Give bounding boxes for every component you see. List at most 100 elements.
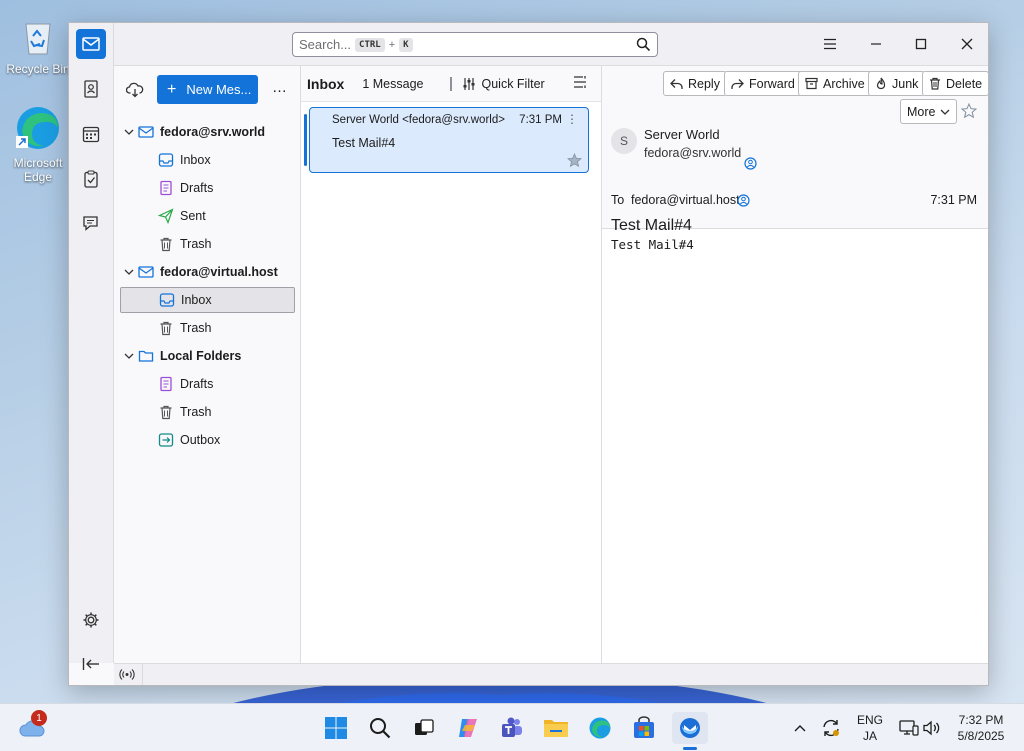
folder-srv-sent[interactable]: Sent — [120, 203, 295, 229]
folder-virtual-inbox[interactable]: Inbox — [120, 287, 295, 313]
folder-label: Inbox — [180, 153, 211, 167]
display-options-button[interactable] — [573, 75, 587, 92]
star-icon[interactable] — [961, 103, 977, 119]
taskbar-search-button[interactable] — [364, 712, 396, 744]
search-placeholder: Search... — [299, 37, 352, 52]
chevron-down-icon — [124, 125, 138, 139]
file-explorer-button[interactable] — [540, 712, 572, 744]
calendar-icon — [82, 126, 100, 143]
mail-space-button[interactable] — [76, 29, 106, 59]
drafts-icon — [158, 376, 174, 392]
get-messages-button[interactable] — [125, 82, 144, 101]
account-srv-world[interactable]: fedora@srv.world — [120, 119, 295, 145]
edge-label: Microsoft Edge — [13, 156, 63, 184]
message-time: 7:31 PM — [519, 114, 562, 126]
folder-srv-drafts[interactable]: Drafts — [120, 175, 295, 201]
reply-button[interactable]: Reply — [663, 71, 727, 96]
junk-label: Junk — [892, 76, 919, 91]
teams-button[interactable] — [496, 712, 528, 744]
store-button[interactable] — [628, 712, 660, 744]
star-icon[interactable] — [567, 153, 582, 168]
minimize-icon — [871, 43, 881, 45]
spaces-toolbar — [69, 23, 114, 670]
trash-icon — [158, 320, 174, 336]
thread-pane: Inbox 1 Message Quick Filter Server Worl… — [301, 66, 602, 663]
task-view-button[interactable] — [408, 712, 440, 744]
show-hidden-icons-button[interactable] — [784, 712, 816, 744]
sender-email[interactable]: fedora@srv.world — [644, 146, 741, 160]
archive-button[interactable]: Archive — [798, 71, 872, 96]
notification-badge: 1 — [31, 710, 47, 726]
folder-virtual-trash[interactable]: Trash — [120, 315, 295, 341]
more-button[interactable]: More — [900, 99, 958, 124]
message-card[interactable]: Server World <fedora@srv.world> 7:31 PM … — [304, 107, 589, 173]
folder-label: Outbox — [180, 433, 221, 447]
clock-time: 7:32 PM — [958, 713, 1004, 727]
online-status-icon[interactable] — [119, 668, 135, 681]
trash-icon — [930, 77, 940, 90]
maximize-button[interactable] — [910, 33, 932, 55]
reply-label: Reply — [688, 76, 720, 91]
clock[interactable]: 7:32 PM 5/8/2025 — [948, 712, 1014, 744]
folder-local-drafts[interactable]: Drafts — [120, 371, 295, 397]
collapse-spaces-button[interactable] — [76, 649, 106, 679]
junk-button[interactable]: Junk — [868, 71, 926, 96]
copilot-button[interactable] — [452, 712, 484, 744]
folder-label: Drafts — [180, 181, 214, 195]
forward-button[interactable]: Forward — [724, 71, 802, 96]
message-header: Reply Forward Archive Junk Delete More S… — [602, 66, 990, 234]
status-bar — [114, 663, 988, 685]
taskbar: 1 ENG JA 7:32 PM 5/8/2025 — [0, 703, 1024, 751]
account-name: fedora@virtual.host — [160, 265, 278, 279]
account-mail-icon — [138, 124, 154, 140]
sender-avatar: S — [611, 128, 637, 154]
outbox-icon — [158, 432, 174, 448]
reply-icon — [670, 78, 683, 89]
chat-icon — [83, 216, 98, 231]
weather-widget[interactable]: 1 — [16, 710, 48, 744]
folder-local-outbox[interactable]: Outbox — [120, 427, 295, 453]
edge-taskbar-button[interactable] — [584, 712, 616, 744]
folder-srv-inbox[interactable]: Inbox — [120, 147, 295, 173]
contact-icon[interactable] — [744, 157, 757, 170]
folder-label: Drafts — [180, 377, 214, 391]
chat-button[interactable] — [76, 208, 106, 238]
new-message-button[interactable]: + New Mes... — [157, 75, 258, 104]
minimize-button[interactable] — [865, 33, 887, 55]
forward-label: Forward — [749, 76, 795, 91]
folder-srv-trash[interactable]: Trash — [120, 231, 295, 257]
input-language-indicator[interactable]: ENG JA — [852, 712, 888, 744]
global-search-input[interactable]: Search... CTRL + K — [292, 32, 658, 57]
tasks-button[interactable] — [76, 164, 106, 194]
language-primary: ENG — [856, 713, 883, 727]
folder-local-trash[interactable]: Trash — [120, 399, 295, 425]
delete-label: Delete — [946, 76, 983, 91]
settings-button[interactable] — [76, 605, 106, 635]
volume-button[interactable] — [916, 712, 948, 744]
recycle-bin-desktop-icon[interactable]: Recycle Bin — [0, 10, 76, 76]
edge-desktop-icon[interactable]: Microsoft Edge — [0, 104, 76, 184]
quick-filter-button[interactable]: Quick Filter — [449, 76, 545, 91]
app-menu-button[interactable] — [819, 33, 841, 55]
account-virtual-host[interactable]: fedora@virtual.host — [120, 259, 295, 285]
folder-title: Inbox — [307, 75, 345, 92]
sender-name[interactable]: Server World — [644, 127, 720, 142]
store-icon — [634, 716, 654, 738]
recycle-bin-icon — [14, 10, 62, 58]
message-date: 7:31 PM — [930, 193, 977, 207]
card-menu-icon[interactable]: ⋮ — [566, 112, 578, 126]
chevron-down-icon — [124, 265, 138, 279]
folder-pane-more-button[interactable]: … — [272, 79, 287, 96]
address-book-button[interactable] — [76, 74, 106, 104]
account-local-folders[interactable]: Local Folders — [120, 343, 295, 369]
sync-icon — [823, 719, 839, 737]
contact-icon[interactable] — [737, 194, 750, 207]
sync-status-button[interactable] — [815, 712, 847, 744]
recipient[interactable]: fedora@virtual.host — [631, 193, 740, 207]
start-button[interactable] — [320, 712, 352, 744]
close-button[interactable] — [956, 33, 978, 55]
calendar-button[interactable] — [76, 119, 106, 149]
delete-button[interactable]: Delete — [922, 71, 990, 96]
thunderbird-taskbar-button[interactable] — [672, 712, 708, 750]
chevron-down-icon — [124, 349, 138, 363]
